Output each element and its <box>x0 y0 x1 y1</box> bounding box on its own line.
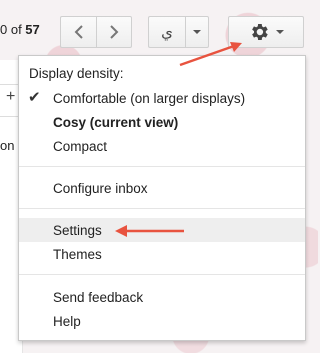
density-comfortable-item[interactable]: ✔ Comfortable (on larger displays) <box>19 86 305 110</box>
item-label: Configure inbox <box>53 180 148 196</box>
annotation-arrow-settings <box>115 225 184 237</box>
send-feedback-item[interactable]: Send feedback <box>19 285 305 309</box>
item-label: Comfortable (on larger displays) <box>53 90 246 106</box>
caret-down-icon <box>276 30 284 34</box>
checkmark-icon: ✔ <box>28 89 41 106</box>
caret-down-icon <box>193 30 201 34</box>
item-label: Help <box>53 313 81 329</box>
help-item[interactable]: Help <box>19 309 305 333</box>
annotation-arrow-gear <box>179 42 242 67</box>
newer-button[interactable] <box>60 16 96 48</box>
menu-divider <box>19 208 305 209</box>
menu-divider <box>19 166 305 167</box>
item-label: Themes <box>53 246 102 262</box>
menu-divider <box>19 274 305 275</box>
chevron-right-icon <box>110 25 119 39</box>
chevron-left-icon <box>74 25 83 39</box>
arabic-glyph-icon: ي <box>161 24 173 41</box>
gear-icon <box>252 24 268 40</box>
display-density-heading: Display density: <box>29 66 124 81</box>
settings-menu: Display density: ✔ Comfortable (on large… <box>18 55 306 341</box>
item-label: Send feedback <box>53 289 144 305</box>
item-label: Compact <box>53 138 108 154</box>
counter-prefix: 0 of <box>0 22 26 37</box>
message-counter: 0 of 57 <box>0 22 40 37</box>
density-compact-item[interactable]: Compact <box>19 134 305 158</box>
configure-inbox-item[interactable]: Configure inbox <box>19 176 305 200</box>
counter-total: 57 <box>25 22 40 37</box>
themes-item[interactable]: Themes <box>19 242 305 266</box>
add-icon[interactable]: + <box>6 88 15 106</box>
item-label: Settings <box>53 222 102 238</box>
item-label: Cosy (current view) <box>53 114 179 130</box>
density-cosy-item[interactable]: Cosy (current view) <box>19 110 305 134</box>
older-button[interactable] <box>96 16 132 48</box>
